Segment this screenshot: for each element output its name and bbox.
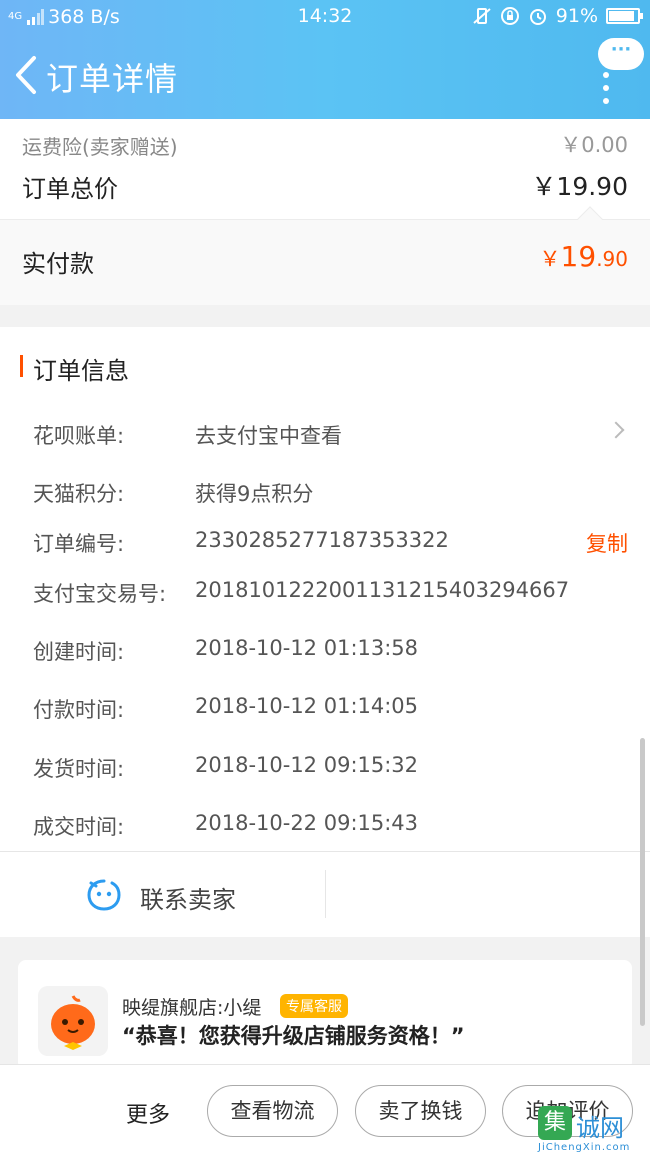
row-value: 2330285277187353322 — [195, 528, 449, 552]
order-info-title: 订单信息 — [33, 357, 129, 385]
copy-button[interactable]: 复制 — [586, 528, 628, 558]
watermark-text: 诚网 — [576, 1114, 624, 1142]
insurance-value: ￥0.00 — [560, 133, 628, 157]
row-label: 订单编号: — [33, 532, 125, 556]
row-value: 获得9点积分 — [195, 482, 314, 506]
paid-label: 实付款 — [22, 250, 94, 278]
huabei-row[interactable]: 花呗账单: 去支付宝中查看 — [0, 412, 650, 452]
lock-rotation-icon — [500, 7, 519, 25]
shop-avatar — [38, 986, 108, 1056]
contact-seller-bar[interactable]: 联系卖家 — [0, 851, 650, 937]
created-time-row: 创建时间: 2018-10-12 01:13:58 — [0, 628, 650, 668]
vibrate-icon — [473, 8, 491, 24]
mascot-icon — [38, 986, 108, 1056]
row-label: 花呗账单: — [33, 424, 125, 448]
divider — [325, 870, 326, 918]
row-label: 天猫积分: — [33, 482, 125, 506]
order-number-row: 订单编号: 2330285277187353322 复制 — [0, 520, 650, 560]
paid-summary: 实付款 ￥19.90 — [0, 206, 650, 305]
scrollbar[interactable] — [640, 738, 645, 1026]
row-value: 2018-10-12 09:15:32 — [195, 753, 419, 777]
watermark-sub: JiChengXin.com — [538, 1142, 631, 1153]
section-accent-bar — [20, 355, 23, 377]
completed-time-row: 成交时间: 2018-10-22 09:15:43 — [0, 803, 650, 843]
view-logistics-button[interactable]: 查看物流 — [207, 1085, 338, 1137]
row-value: 2018-10-12 01:13:58 — [195, 636, 419, 660]
site-watermark: 集 诚网 JiChengXin.com — [538, 1106, 646, 1154]
nav-bar: 订单详情 ··· — [0, 34, 650, 119]
more-menu-icon[interactable] — [601, 72, 611, 104]
status-bar: 4G 368 B/s 14:32 91% — [0, 0, 650, 34]
message-text: “恭喜！您获得升级店铺服务资格！” — [122, 1024, 465, 1048]
back-arrow-icon[interactable] — [12, 52, 42, 98]
page-title: 订单详情 — [46, 60, 179, 98]
insurance-label: 运费险(卖家赠送) — [22, 135, 178, 159]
row-value: 2018-10-12 01:14:05 — [195, 694, 419, 718]
row-value: 去支付宝中查看 — [195, 424, 342, 448]
paid-value: ￥19.90 — [540, 240, 628, 273]
row-label: 支付宝交易号: — [33, 582, 167, 606]
chat-face-icon — [87, 879, 121, 911]
order-info-card: 订单信息 花呗账单: 去支付宝中查看 天猫积分: 获得9点积分 订单编号: 23… — [0, 327, 650, 937]
battery-icon — [606, 8, 643, 24]
total-value: ￥19.90 — [531, 172, 628, 201]
alarm-icon — [529, 9, 546, 25]
paid-integer: 19 — [560, 240, 597, 273]
more-button[interactable]: 更多 — [126, 1097, 170, 1129]
paid-time-row: 付款时间: 2018-10-12 01:14:05 — [0, 686, 650, 726]
sell-for-cash-button[interactable]: 卖了换钱 — [355, 1085, 486, 1137]
shop-name: 映缇旗舰店:小缇 — [122, 997, 262, 1019]
row-label: 付款时间: — [33, 698, 125, 722]
row-label: 成交时间: — [33, 815, 125, 839]
paid-decimal: .90 — [596, 247, 628, 271]
contact-seller-label: 联系卖家 — [140, 886, 236, 914]
shipped-time-row: 发货时间: 2018-10-12 09:15:32 — [0, 745, 650, 785]
battery-percent: 91% — [555, 5, 598, 27]
paid-currency: ￥ — [539, 247, 561, 271]
watermark-logo: 集 — [538, 1106, 572, 1140]
points-row: 天猫积分: 获得9点积分 — [0, 470, 650, 510]
row-value: 2018-10-22 09:15:43 — [195, 811, 419, 835]
total-label: 订单总价 — [22, 175, 118, 203]
message-bubble-button[interactable]: ··· — [598, 38, 644, 70]
row-label: 创建时间: — [33, 640, 125, 664]
price-summary: 运费险(卖家赠送) ￥0.00 订单总价 ￥19.90 — [0, 119, 650, 219]
chevron-right-icon — [607, 421, 625, 439]
row-label: 发货时间: — [33, 757, 125, 781]
row-value: 2018101222001131215403294667 — [195, 578, 570, 602]
service-badge: 专属客服 — [280, 994, 348, 1018]
clock: 14:32 — [297, 5, 353, 27]
alipay-trade-row: 支付宝交易号: 2018101222001131215403294667 — [0, 570, 650, 610]
shop-message-card[interactable]: 映缇旗舰店:小缇 专属客服 “恭喜！您获得升级店铺服务资格！” — [18, 960, 632, 1070]
